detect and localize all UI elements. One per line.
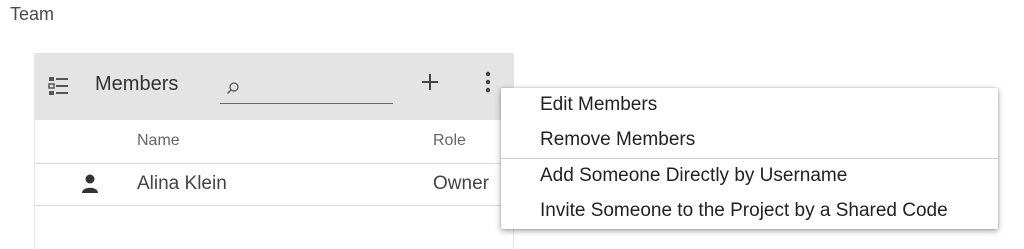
member-name: Alina Klein	[137, 173, 227, 194]
menu-item-edit-members[interactable]: Edit Members	[501, 88, 998, 123]
more-options-button[interactable]	[477, 71, 499, 97]
menu-item-label: Edit Members	[540, 94, 658, 115]
search-icon	[226, 81, 240, 95]
column-header-role[interactable]: Role	[433, 132, 466, 150]
menu-item-add-by-username[interactable]: Add Someone Directly by Username	[501, 159, 998, 194]
menu-item-label: Remove Members	[540, 129, 696, 150]
members-context-menu: Edit Members Remove Members Add Someone …	[501, 88, 998, 229]
search-input[interactable]	[244, 77, 393, 101]
member-role: Owner	[433, 173, 489, 194]
members-toolbar: Members	[35, 53, 513, 120]
menu-item-invite-by-code[interactable]: Invite Someone to the Project by a Share…	[501, 194, 998, 229]
list-icon[interactable]	[48, 75, 70, 97]
members-panel: Members Name Role Alina Klein Owner	[34, 53, 514, 249]
search-field[interactable]	[220, 73, 393, 104]
plus-icon	[421, 73, 439, 96]
menu-item-remove-members[interactable]: Remove Members	[501, 123, 998, 158]
members-title: Members	[95, 73, 179, 95]
more-vertical-icon	[485, 71, 491, 98]
add-member-button[interactable]	[417, 71, 443, 97]
menu-item-label: Add Someone Directly by Username	[540, 165, 848, 186]
column-header-name[interactable]: Name	[137, 132, 180, 150]
page-title: Team	[10, 4, 55, 24]
table-header: Name Role	[35, 120, 513, 164]
table-row[interactable]: Alina Klein Owner	[35, 164, 513, 206]
person-icon	[81, 174, 99, 194]
menu-item-label: Invite Someone to the Project by a Share…	[540, 200, 948, 221]
